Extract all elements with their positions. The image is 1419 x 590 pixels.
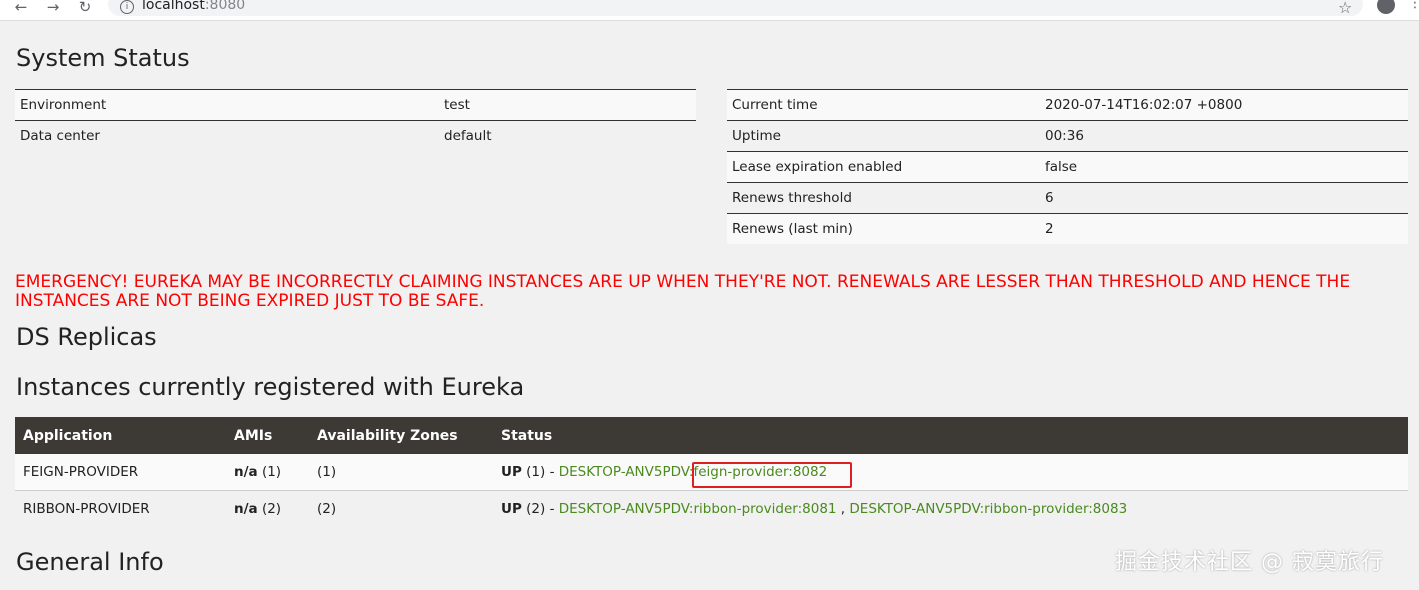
status-up: UP — [501, 501, 522, 517]
row-value: false — [1040, 151, 1408, 183]
amis-cell: n/a (2) — [226, 490, 309, 527]
forward-arrow-icon[interactable]: → — [44, 0, 62, 15]
watermark: 掘金技术社区 @ 寂寞旅行 — [1115, 550, 1384, 575]
info-icon[interactable]: i — [120, 0, 134, 14]
emergency-warning: EMERGENCY! EUREKA MAY BE INCORRECTLY CLA… — [15, 272, 1351, 311]
general-info-heading: General Info — [16, 548, 164, 576]
browser-toolbar: ← → ↻ i localhost:8080 ☆ ⋮ — [0, 0, 1419, 21]
amis-value: n/a — [234, 501, 258, 517]
row-label: Uptime — [727, 120, 1040, 152]
status-table: Current time 2020-07-14T16:02:07 +0800 U… — [727, 89, 1408, 244]
status-up: UP — [501, 464, 522, 480]
table-row: Renews (last min) 2 — [727, 213, 1408, 244]
profile-avatar-icon[interactable] — [1377, 0, 1395, 14]
reload-icon[interactable]: ↻ — [76, 0, 94, 15]
row-value: default — [439, 120, 696, 151]
row-label: Renews threshold — [727, 182, 1040, 214]
zones-cell: (1) — [309, 454, 493, 491]
column-header-status: Status — [493, 417, 1408, 454]
row-value: 2 — [1040, 213, 1408, 244]
table-header-row: Application AMIs Availability Zones Stat… — [15, 417, 1408, 454]
status-cell: UP (2) - DESKTOP-ANV5PDV:ribbon-provider… — [493, 490, 1408, 527]
instances-heading: Instances currently registered with Eure… — [16, 373, 525, 401]
row-label: Lease expiration enabled — [727, 151, 1040, 183]
address-bar[interactable]: i localhost:8080 — [108, 0, 1363, 16]
amis-count: (1) — [257, 464, 282, 480]
row-value: 00:36 — [1040, 120, 1408, 152]
instance-link[interactable]: DESKTOP-ANV5PDV:feign-provider:8082 — [559, 464, 827, 480]
zones-cell: (2) — [309, 490, 493, 527]
row-label: Environment — [15, 89, 439, 121]
table-row: Lease expiration enabled false — [727, 151, 1408, 183]
row-value: test — [439, 89, 696, 121]
application-name: FEIGN-PROVIDER — [15, 454, 226, 491]
column-header-zones: Availability Zones — [309, 417, 493, 454]
row-label: Data center — [15, 120, 439, 151]
instance-link[interactable]: DESKTOP-ANV5PDV:ribbon-provider:8083 — [849, 501, 1127, 517]
link-separator: , — [836, 501, 850, 517]
row-label: Current time — [727, 89, 1040, 121]
bookmark-star-icon[interactable]: ☆ — [1338, 0, 1352, 17]
instance-link[interactable]: DESKTOP-ANV5PDV:ribbon-provider:8081 — [559, 501, 837, 517]
application-name: RIBBON-PROVIDER — [15, 490, 226, 527]
column-header-amis: AMIs — [226, 417, 309, 454]
table-row: Uptime 00:36 — [727, 120, 1408, 152]
row-value: 6 — [1040, 182, 1408, 214]
amis-cell: n/a (1) — [226, 454, 309, 491]
table-row: Renews threshold 6 — [727, 182, 1408, 214]
browser-menu-icon[interactable]: ⋮ — [1408, 0, 1419, 10]
status-cell: UP (1) - DESKTOP-ANV5PDV:feign-provider:… — [493, 454, 1408, 491]
url-host: localhost — [142, 0, 205, 13]
table-row: Data center default — [15, 120, 696, 151]
table-row: Current time 2020-07-14T16:02:07 +0800 — [727, 89, 1408, 121]
table-row: Environment test — [15, 89, 696, 121]
table-row: RIBBON-PROVIDER n/a (2) (2) UP (2) - DES… — [15, 490, 1408, 527]
status-prefix: (1) - — [521, 464, 559, 480]
system-status-heading: System Status — [16, 44, 190, 72]
row-label: Renews (last min) — [727, 213, 1040, 244]
instances-table: Application AMIs Availability Zones Stat… — [15, 417, 1408, 527]
url-text: localhost:8080 — [142, 0, 245, 12]
amis-value: n/a — [234, 464, 258, 480]
status-prefix: (2) - — [521, 501, 559, 517]
back-arrow-icon[interactable]: ← — [12, 0, 30, 15]
row-value: 2020-07-14T16:02:07 +0800 — [1040, 89, 1408, 121]
column-header-application: Application — [15, 417, 226, 454]
url-port: :8080 — [204, 0, 246, 13]
ds-replicas-heading: DS Replicas — [16, 323, 157, 351]
environment-table: Environment test Data center default — [15, 89, 696, 151]
amis-count: (2) — [257, 501, 282, 517]
table-row: FEIGN-PROVIDER n/a (1) (1) UP (1) - DESK… — [15, 454, 1408, 491]
